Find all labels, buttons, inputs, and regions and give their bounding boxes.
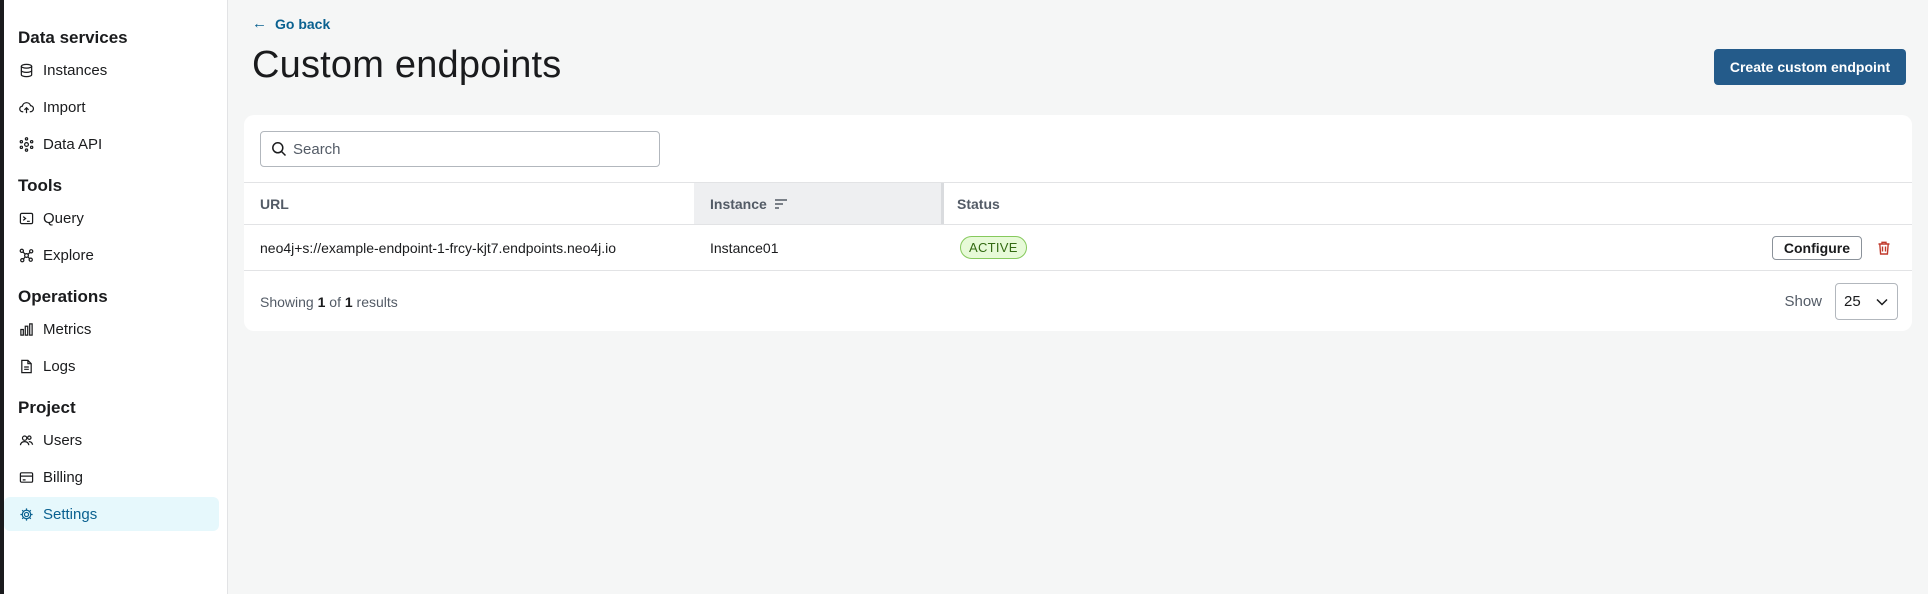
cloud-upload-icon — [18, 99, 34, 115]
sidebar-item-settings[interactable]: Settings — [4, 497, 219, 531]
go-back-link[interactable]: ← Go back — [252, 15, 330, 32]
terminal-icon — [18, 210, 34, 226]
sidebar-item-label: Import — [43, 98, 86, 116]
sidebar-item-label: Explore — [43, 246, 94, 264]
sidebar-item-label: Query — [43, 209, 84, 227]
sidebar-item-label: Users — [43, 431, 83, 449]
gear-icon — [18, 506, 34, 522]
table-row: neo4j+s://example-endpoint-1-frcy-kjt7.e… — [244, 225, 1912, 271]
sidebar-item-metrics[interactable]: Metrics — [4, 312, 219, 346]
search-box — [260, 131, 660, 167]
endpoint-status-cell: ACTIVE — [947, 236, 1772, 259]
sidebar-section-tools: Tools — [18, 176, 63, 195]
endpoint-url: neo4j+s://example-endpoint-1-frcy-kjt7.e… — [260, 239, 617, 256]
column-header-label: Status — [957, 195, 1000, 212]
table-header: URL Instance Status — [244, 182, 1912, 225]
document-icon — [18, 358, 34, 374]
results-summary: Showing 1 of 1 results — [260, 293, 398, 310]
table-footer: Showing 1 of 1 results Show 25 — [244, 272, 1912, 331]
page-size-label: Show — [1784, 293, 1822, 310]
configure-button[interactable]: Configure — [1771, 235, 1862, 260]
endpoint-instance: Instance01 — [710, 239, 779, 256]
sidebar-item-import[interactable]: Import — [4, 90, 219, 124]
page-size-value: 25 — [1844, 293, 1861, 310]
users-icon — [18, 432, 34, 448]
go-back-label: Go back — [275, 15, 331, 32]
sidebar-item-label: Logs — [43, 357, 76, 375]
sidebar-item-label: Instances — [43, 61, 108, 79]
sidebar-item-data-api[interactable]: Data API — [4, 127, 219, 161]
sidebar-section-data-services: Data services — [18, 28, 128, 47]
arrow-left-icon: ← — [252, 15, 267, 32]
sidebar: Data services Instances Import Data API … — [4, 0, 228, 594]
endpoints-table-card: URL Instance Status neo4j+s://example-en… — [244, 115, 1912, 331]
sort-icon[interactable] — [774, 198, 788, 210]
chevron-down-icon — [1876, 298, 1888, 306]
sidebar-section-operations: Operations — [18, 287, 108, 306]
credit-card-icon — [18, 469, 34, 485]
sidebar-item-query[interactable]: Query — [4, 201, 219, 235]
column-header-instance[interactable]: Instance — [694, 183, 944, 224]
column-header-label: Instance — [710, 195, 767, 212]
column-header-status[interactable]: Status — [944, 183, 1912, 224]
column-header-url[interactable]: URL — [244, 183, 694, 224]
database-icon — [18, 62, 34, 78]
sidebar-section-project: Project — [18, 398, 76, 417]
search-input[interactable] — [293, 140, 633, 158]
data-api-icon — [18, 136, 34, 152]
sidebar-item-logs[interactable]: Logs — [4, 349, 219, 383]
trash-icon[interactable] — [1876, 240, 1892, 256]
search-icon — [272, 142, 287, 157]
sidebar-item-label: Settings — [43, 505, 98, 523]
status-badge: ACTIVE — [960, 236, 1027, 259]
graph-icon — [18, 247, 34, 263]
sidebar-item-billing[interactable]: Billing — [4, 460, 219, 494]
sidebar-item-label: Metrics — [43, 320, 92, 338]
create-custom-endpoint-button[interactable]: Create custom endpoint — [1714, 49, 1906, 85]
bar-chart-icon — [18, 321, 34, 337]
sidebar-item-instances[interactable]: Instances — [4, 53, 219, 87]
sidebar-item-label: Billing — [43, 468, 84, 486]
main-content: ← Go back Custom endpoints Create custom… — [228, 0, 1928, 594]
sidebar-item-explore[interactable]: Explore — [4, 238, 219, 272]
column-header-label: URL — [260, 195, 289, 212]
sidebar-item-label: Data API — [43, 135, 103, 153]
page-size-select[interactable]: 25 — [1835, 283, 1898, 320]
sidebar-item-users[interactable]: Users — [4, 423, 219, 457]
page-title: Custom endpoints — [252, 44, 562, 86]
